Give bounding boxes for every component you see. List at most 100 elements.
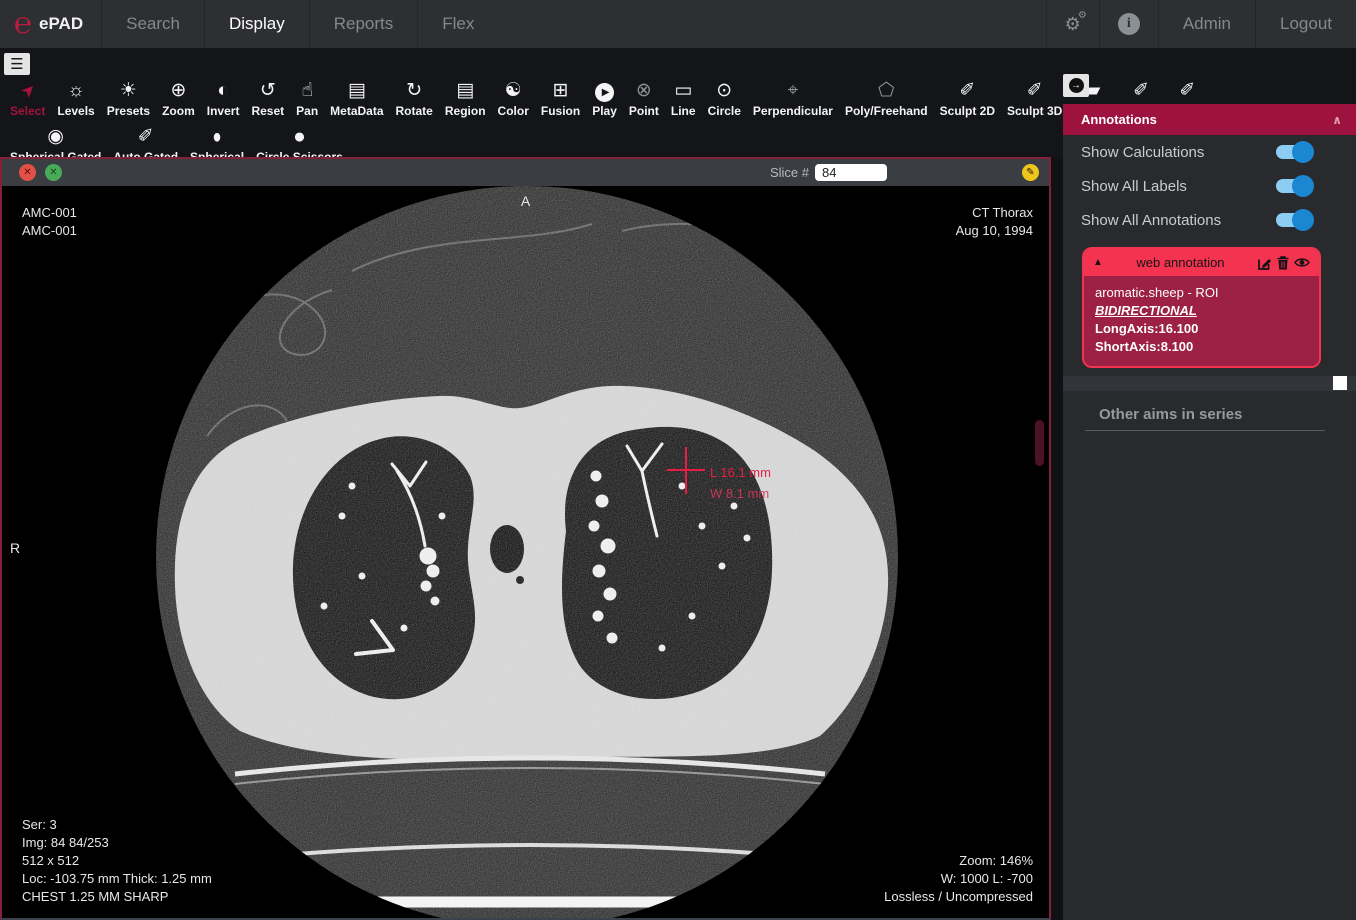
close-viewport-button[interactable]: ✕ bbox=[19, 164, 36, 181]
show-calculations-toggle[interactable] bbox=[1276, 145, 1310, 159]
annotation-short-axis: ShortAxis:8.100 bbox=[1095, 338, 1308, 356]
slice-location: Loc: -103.75 mm Thick: 1.25 mm bbox=[22, 870, 212, 888]
annotation-card-body: aromatic.sheep - ROI BIDIRECTIONAL LongA… bbox=[1084, 276, 1319, 366]
spherical-gated-icon: ◉ bbox=[47, 124, 64, 148]
auto-gated-brush-icon: ✐ bbox=[138, 124, 154, 148]
close-icon: ✕ bbox=[23, 167, 31, 178]
image-matrix: 512 x 512 bbox=[22, 852, 212, 870]
viewport-header: ✕ ✕ Slice # ✎ bbox=[2, 159, 1049, 186]
slice-number-input[interactable] bbox=[815, 164, 887, 181]
tool-circle[interactable]: ⊙Circle bbox=[702, 78, 747, 118]
annotations-section-header[interactable]: Annotations ∧ bbox=[1063, 104, 1356, 135]
arrow-right-icon: → bbox=[1069, 78, 1084, 93]
annotation-list-scrollbar bbox=[1063, 376, 1356, 391]
epad-brand[interactable]: ℮ ePAD bbox=[0, 0, 101, 48]
toggle-knob bbox=[1292, 175, 1314, 197]
toolbar-row-1: ➤Select ☼Levels ☀Presets ⊕Zoom ◐Invert ↺… bbox=[4, 78, 1210, 118]
sculpt-2d-brush-icon: ✐ bbox=[959, 78, 975, 102]
info-icon: i bbox=[1118, 13, 1140, 35]
scrollbar-thumb[interactable] bbox=[1333, 376, 1347, 390]
brand-name: ePAD bbox=[39, 14, 83, 34]
annotation-long-axis: LongAxis:16.100 bbox=[1095, 320, 1308, 338]
delete-annotation-icon[interactable] bbox=[1277, 256, 1289, 270]
series-description: CHEST 1.25 MM SHARP bbox=[22, 888, 212, 906]
tool-zoom[interactable]: ⊕Zoom bbox=[156, 78, 201, 118]
levels-sun-icon: ☼ bbox=[67, 78, 84, 102]
chevron-up-icon: ∧ bbox=[1332, 113, 1342, 127]
metadata-list-icon: ▤ bbox=[348, 78, 366, 102]
toolbar-menu-button[interactable]: ☰ bbox=[4, 53, 30, 75]
epad-logo-icon: ℮ bbox=[14, 9, 32, 39]
slice-scrollbar-thumb[interactable] bbox=[1035, 420, 1044, 466]
annotations-title: Annotations bbox=[1081, 112, 1157, 127]
study-description: CT Thorax bbox=[956, 204, 1033, 222]
show-all-annotations-label: Show All Annotations bbox=[1081, 212, 1221, 229]
nav-item-flex[interactable]: Flex bbox=[417, 0, 498, 48]
fusion-icon: ⊞ bbox=[553, 78, 569, 102]
tool-metadata[interactable]: ▤MetaData bbox=[324, 78, 389, 118]
collapse-triangle-icon: ▲ bbox=[1093, 257, 1103, 268]
tool-sculpt-2d[interactable]: ✐Sculpt 2D bbox=[934, 78, 1001, 118]
orientation-marker-right: R bbox=[10, 539, 20, 557]
patient-info-overlay: AMC-001 AMC-001 bbox=[22, 204, 77, 240]
visibility-eye-icon[interactable] bbox=[1294, 257, 1310, 268]
show-all-annotations-toggle[interactable] bbox=[1276, 213, 1310, 227]
compression-status: Lossless / Uncompressed bbox=[884, 888, 1033, 906]
annotation-title: web annotation bbox=[1103, 255, 1258, 270]
orientation-marker-anterior: A bbox=[2, 192, 1049, 210]
color-palette-icon: ☯ bbox=[505, 78, 522, 102]
tool-line[interactable]: ▭Line bbox=[665, 78, 702, 118]
study-info-overlay: CT Thorax Aug 10, 1994 bbox=[956, 204, 1033, 240]
annotate-edit-button[interactable]: ✎ bbox=[1022, 164, 1039, 181]
toggle-row-show-all-annotations: Show All Annotations bbox=[1063, 203, 1356, 237]
ct-axial-slice: L 16.1 mm W 8.1 mm bbox=[2, 186, 1049, 918]
tool-invert[interactable]: ◐Invert bbox=[201, 78, 246, 118]
edit-annotation-icon[interactable] bbox=[1258, 256, 1272, 270]
tool-poly-freehand[interactable]: ⬠Poly/Freehand bbox=[839, 78, 934, 118]
image-number: Img: 84 84/253 bbox=[22, 834, 212, 852]
circle-icon: ⊙ bbox=[716, 78, 732, 102]
tool-levels[interactable]: ☼Levels bbox=[51, 78, 100, 118]
nav-item-display[interactable]: Display bbox=[204, 0, 309, 48]
tool-fusion[interactable]: ⊞Fusion bbox=[535, 78, 586, 118]
nav-item-admin[interactable]: Admin bbox=[1158, 0, 1255, 48]
zoom-level: Zoom: 146% bbox=[884, 852, 1033, 870]
sculpt-3d-brush-icon: ✐ bbox=[1027, 78, 1043, 102]
presets-icon: ☀ bbox=[120, 78, 137, 102]
nav-item-search[interactable]: Search bbox=[101, 0, 204, 48]
show-all-labels-toggle[interactable] bbox=[1276, 179, 1310, 193]
nav-item-reports[interactable]: Reports bbox=[309, 0, 418, 48]
top-nav: ℮ ePAD Search Display Reports Flex ⚙⚙ i … bbox=[0, 0, 1356, 48]
point-crosshair-icon: ⊗ bbox=[636, 78, 652, 102]
annotation-card-header[interactable]: ▲ web annotation bbox=[1084, 249, 1319, 276]
tool-pan[interactable]: ☝Pan bbox=[290, 78, 324, 118]
ct-image-canvas[interactable]: L 16.1 mm W 8.1 mm A R AMC-001 AMC-001 C… bbox=[2, 186, 1049, 918]
gear-icon: ⚙⚙ bbox=[1065, 14, 1081, 35]
perpendicular-icon: ⌖ bbox=[788, 78, 799, 102]
tool-rotate[interactable]: ↻Rotate bbox=[390, 78, 439, 118]
tool-presets[interactable]: ☀Presets bbox=[101, 78, 156, 118]
tool-color[interactable]: ☯Color bbox=[492, 78, 535, 118]
tool-play[interactable]: ▶Play bbox=[586, 83, 623, 118]
series-info-overlay: Ser: 3 Img: 84 84/253 512 x 512 Loc: -10… bbox=[22, 816, 212, 906]
settings-button[interactable]: ⚙⚙ bbox=[1046, 0, 1099, 48]
select-cursor-icon: ➤ bbox=[14, 76, 41, 103]
other-aims-title: Other aims in series bbox=[1099, 406, 1356, 423]
toggle-row-show-calculations: Show Calculations bbox=[1063, 135, 1356, 169]
annotation-card: ▲ web annotation aromatic.sheep - ROI BI… bbox=[1082, 247, 1321, 368]
tool-sculpt-3d[interactable]: ✐Sculpt 3D bbox=[1001, 78, 1068, 118]
info-button[interactable]: i bbox=[1099, 0, 1158, 48]
nav-item-logout[interactable]: Logout bbox=[1255, 0, 1356, 48]
reset-icon: ↺ bbox=[260, 78, 276, 102]
window-level: W: 1000 L: -700 bbox=[884, 870, 1033, 888]
expand-viewport-button[interactable]: ✕ bbox=[45, 164, 62, 181]
panel-collapse-button[interactable]: → bbox=[1063, 74, 1089, 97]
annotations-panel-body: Annotations ∧ Show Calculations Show All… bbox=[1063, 104, 1356, 920]
tool-reset[interactable]: ↺Reset bbox=[245, 78, 290, 118]
play-icon: ▶ bbox=[595, 83, 614, 102]
tool-point[interactable]: ⊗Point bbox=[623, 78, 665, 118]
tool-select[interactable]: ➤Select bbox=[4, 78, 51, 118]
tool-region[interactable]: ▤Region bbox=[439, 78, 492, 118]
pan-hand-icon: ☝ bbox=[301, 78, 313, 102]
tool-perpendicular[interactable]: ⌖Perpendicular bbox=[747, 78, 839, 118]
